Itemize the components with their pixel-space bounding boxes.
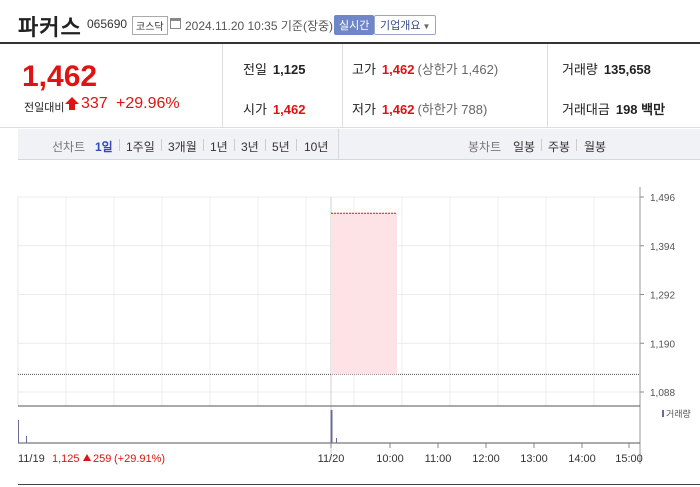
vs-label: 전일대비 (24, 102, 65, 114)
tab-1w[interactable]: 1주일 (126, 138, 155, 155)
stat-label: 거래량 (562, 62, 598, 77)
bottom-divider (18, 484, 700, 485)
price-chart[interactable]: 1,496 1,394 1,292 1,190 1,088 거래량 11/20 10:00 11… (0, 180, 700, 470)
tab-separator (234, 139, 235, 151)
company-overview-label: 기업개요 (380, 20, 421, 32)
basis: 기준(장중) (280, 19, 334, 33)
stat-value: 1,462 (272, 102, 306, 117)
tab-1d[interactable]: 1일 (95, 138, 113, 155)
footer-close: 1,125 (52, 453, 80, 465)
tab-3m[interactable]: 3개월 (168, 138, 197, 155)
tab-separator (119, 139, 120, 151)
stat-amount: 거래대금 198 백만 (562, 99, 665, 118)
timestamp: 2024.11.20 10:35 기준(장중) (185, 17, 333, 34)
x-tick-label: 14:00 (568, 453, 596, 465)
tab-separator (203, 139, 204, 151)
price-tick-label: 1,394 (650, 242, 675, 253)
stat-value: 135,658 (603, 62, 651, 77)
volume-legend-swatch (662, 410, 664, 417)
tab-separator (265, 139, 266, 151)
stat-label: 시가 (243, 102, 267, 117)
price-tick-label: 1,190 (650, 339, 675, 350)
tab-1y[interactable]: 1년 (210, 138, 228, 155)
chevron-down-icon: ▼ (422, 22, 431, 31)
stat-value: 198 백만 (615, 102, 666, 117)
price-diff: 337 (81, 95, 108, 112)
tab-separator (296, 139, 297, 151)
price-main: 1,462 전일대비 337 +29.96% (0, 44, 223, 128)
chart-tabs: 선차트 1일 1주일 3개월 1년 3년 5년 10년 봉차트 일봉 주봉 월봉 (18, 129, 700, 160)
stat-low: 저가 1,462 (하한가 788) (352, 99, 487, 118)
stock-name: 파커스 (18, 15, 82, 40)
stat-label: 전일 (243, 62, 267, 77)
tab-separator (541, 139, 542, 151)
stat-value: 1,125 (272, 62, 306, 77)
stat-value: 1,462 (381, 62, 415, 77)
tab-monthly[interactable]: 월봉 (584, 138, 606, 155)
price-pct: +29.96% (116, 95, 180, 112)
tab-separator (161, 139, 162, 151)
price-tick-label: 1,496 (650, 193, 675, 204)
company-overview-button[interactable]: 기업개요 ▼ (374, 15, 437, 35)
stat-high: 고가 1,462 (상한가 1,462) (352, 59, 498, 78)
footer-pct: (+29.91%) (114, 453, 165, 465)
x-tick-label: 10:00 (376, 453, 404, 465)
stat-volume: 거래량 135,658 (562, 59, 651, 78)
divider (547, 44, 548, 128)
footer-up-icon (83, 454, 91, 461)
stat-prev-close: 전일 1,125 (243, 59, 305, 78)
stat-open: 시가 1,462 (243, 99, 305, 118)
price-range-band (331, 213, 397, 375)
tab-weekly[interactable]: 주봉 (548, 138, 570, 155)
calendar-icon (170, 18, 181, 29)
divider (342, 44, 343, 128)
volume-legend-label: 거래량 (666, 408, 691, 419)
market-badge: 코스닥 (132, 16, 168, 35)
stat-value: 1,462 (381, 102, 415, 117)
stat-sub: (하한가 788) (417, 102, 488, 117)
tabs-divider (338, 129, 339, 160)
stat-label: 거래대금 (562, 102, 610, 117)
x-tick-label: 11:00 (425, 453, 452, 465)
price-tick-label: 1,088 (650, 388, 675, 399)
up-arrow-icon (65, 97, 79, 110)
price-summary: 1,462 전일대비 337 +29.96% 전일 1,125 고가 1,462 (상… (0, 44, 700, 128)
realtime-button[interactable]: 실시간 (334, 15, 375, 35)
line-chart-label: 선차트 (52, 140, 86, 154)
stat-label: 저가 (352, 102, 376, 117)
datetime: 2024.11.20 10:35 (185, 19, 278, 33)
x-tick-label: 12:00 (472, 453, 500, 465)
price-tick-label: 1,292 (650, 291, 675, 302)
tab-daily[interactable]: 일봉 (513, 138, 535, 155)
stock-code: 065690 (87, 17, 128, 31)
tab-10y[interactable]: 10년 (304, 138, 328, 155)
current-price: 1,462 (22, 60, 98, 93)
x-tick-label: 13:00 (520, 453, 548, 465)
x-tick-label: 15:00 (615, 453, 643, 465)
x-tick-label: 11/19 (18, 453, 45, 465)
x-tick-label: 11/20 (318, 453, 345, 465)
tab-3y[interactable]: 3년 (241, 138, 259, 155)
footer-change: 259 (93, 453, 111, 465)
stat-label: 고가 (352, 62, 376, 77)
tab-separator (576, 139, 577, 151)
tab-5y[interactable]: 5년 (272, 138, 290, 155)
stock-header: 파커스 065690 코스닥 2024.11.20 10:35 기준(장중) 실… (0, 0, 700, 44)
candle-chart-label: 봉차트 (468, 140, 502, 154)
stat-sub: (상한가 1,462) (417, 62, 499, 77)
